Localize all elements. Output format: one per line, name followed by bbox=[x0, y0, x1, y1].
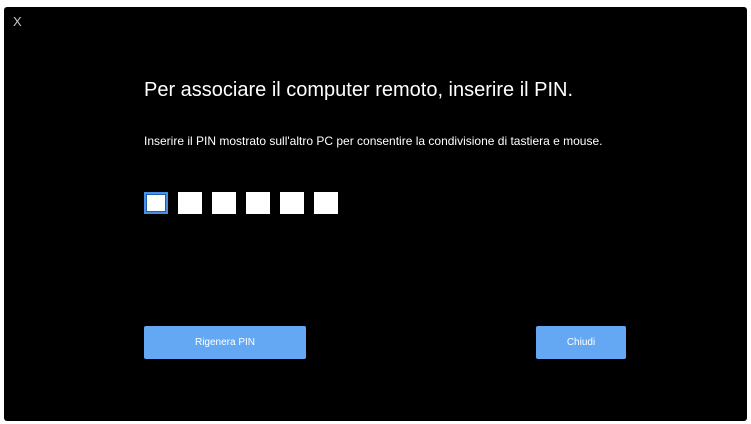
pin-digit-1[interactable] bbox=[144, 192, 168, 214]
pin-input-group bbox=[144, 192, 338, 214]
pin-digit-2[interactable] bbox=[178, 192, 202, 214]
pin-pairing-dialog: X Per associare il computer remoto, inse… bbox=[4, 7, 747, 421]
dialog-title: Per associare il computer remoto, inseri… bbox=[144, 79, 574, 101]
close-icon[interactable]: X bbox=[13, 14, 22, 30]
regenerate-pin-button[interactable]: Rigenera PIN bbox=[144, 326, 306, 359]
dialog-description: Inserire il PIN mostrato sull'altro PC p… bbox=[144, 134, 603, 148]
close-button[interactable]: Chiudi bbox=[536, 326, 626, 359]
pin-digit-5[interactable] bbox=[280, 192, 304, 214]
pin-digit-6[interactable] bbox=[314, 192, 338, 214]
pin-digit-3[interactable] bbox=[212, 192, 236, 214]
pin-digit-4[interactable] bbox=[246, 192, 270, 214]
